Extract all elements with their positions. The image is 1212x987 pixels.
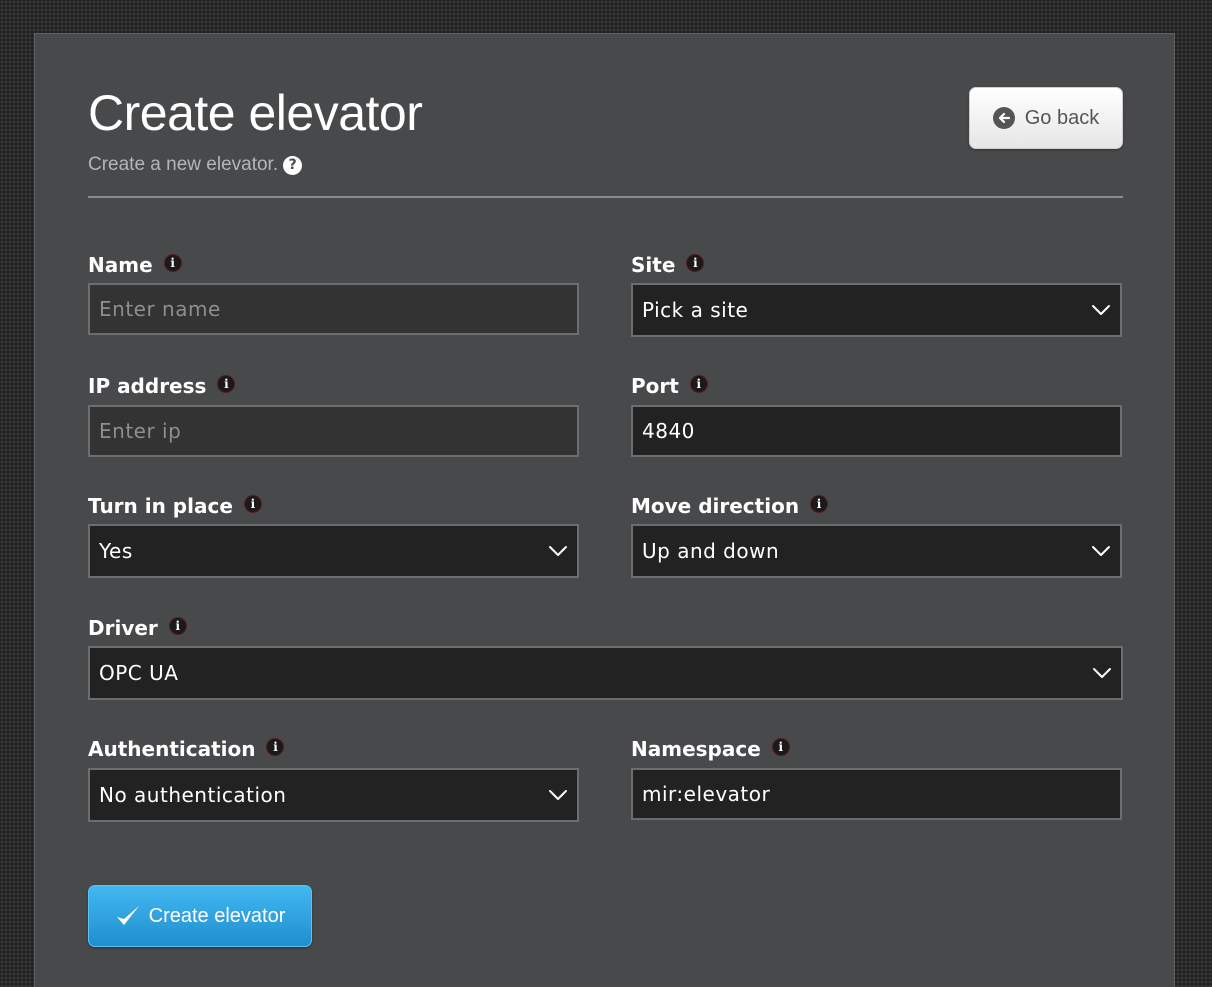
move-direction-value: Up and down [642, 539, 780, 563]
driver-value: OPC UA [99, 661, 179, 685]
move-direction-label: Move direction i [631, 492, 829, 520]
subtitle-text: Create a new elevator. [88, 154, 279, 175]
turn-in-place-label-text: Turn in place [88, 494, 233, 518]
info-icon[interactable]: i [217, 375, 236, 393]
create-elevator-label: Create elevator [148, 904, 286, 927]
authentication-value: No authentication [99, 783, 287, 807]
page-title: Create elevator [88, 85, 423, 141]
port-input[interactable] [642, 419, 1111, 443]
chevron-down-icon [1092, 546, 1110, 556]
create-elevator-button[interactable]: Create elevator [88, 885, 312, 947]
driver-label: Driver i [88, 614, 187, 642]
driver-select[interactable]: OPC UA [88, 646, 1123, 700]
info-icon[interactable]: i [810, 495, 829, 513]
namespace-input-wrapper [631, 768, 1122, 820]
arrow-left-circle-icon [992, 107, 1015, 129]
port-label: Port i [631, 372, 708, 400]
turn-in-place-value: Yes [99, 539, 133, 563]
port-label-text: Port [631, 374, 679, 398]
site-label: Site i [631, 251, 705, 279]
info-icon[interactable]: i [243, 495, 262, 513]
authentication-label-text: Authentication [88, 737, 256, 761]
authentication-select[interactable]: No authentication [88, 768, 579, 822]
info-icon[interactable]: i [266, 738, 285, 756]
name-input-wrapper [88, 283, 579, 335]
chevron-down-icon [1092, 305, 1110, 315]
namespace-label: Namespace i [631, 735, 790, 763]
chevron-down-icon [1093, 668, 1111, 678]
site-select[interactable]: Pick a site [631, 283, 1122, 337]
ip-address-label: IP address i [88, 372, 236, 400]
site-select-value: Pick a site [642, 298, 749, 322]
ip-address-input-wrapper [88, 405, 579, 457]
chevron-down-icon [549, 790, 567, 800]
go-back-label: Go back [1024, 106, 1100, 129]
move-direction-label-text: Move direction [631, 494, 800, 518]
authentication-label: Authentication i [88, 735, 285, 763]
page-subtitle: Create a new elevator. ? [88, 154, 303, 176]
info-icon[interactable]: i [771, 738, 790, 756]
driver-label-text: Driver [88, 616, 158, 640]
form-panel: Create elevator Create a new elevator. ?… [34, 33, 1175, 987]
header-divider [88, 196, 1123, 198]
namespace-label-text: Namespace [631, 737, 761, 761]
info-icon[interactable]: i [686, 254, 705, 272]
ip-address-label-text: IP address [88, 374, 207, 398]
chevron-down-icon [549, 546, 567, 556]
port-input-wrapper [631, 405, 1122, 457]
name-label: Name i [88, 251, 182, 279]
name-input[interactable] [99, 297, 568, 321]
ip-address-input[interactable] [99, 419, 568, 443]
info-icon[interactable]: i [168, 617, 187, 635]
move-direction-select[interactable]: Up and down [631, 524, 1122, 578]
info-icon[interactable]: i [689, 375, 708, 393]
turn-in-place-label: Turn in place i [88, 492, 262, 520]
site-label-text: Site [631, 253, 676, 277]
go-back-button[interactable]: Go back [969, 87, 1123, 149]
info-icon[interactable]: i [163, 254, 182, 272]
name-label-text: Name [88, 253, 153, 277]
turn-in-place-select[interactable]: Yes [88, 524, 579, 578]
checkmark-icon [116, 906, 139, 925]
namespace-input[interactable] [642, 782, 1111, 806]
question-circle-icon[interactable]: ? [283, 155, 303, 175]
